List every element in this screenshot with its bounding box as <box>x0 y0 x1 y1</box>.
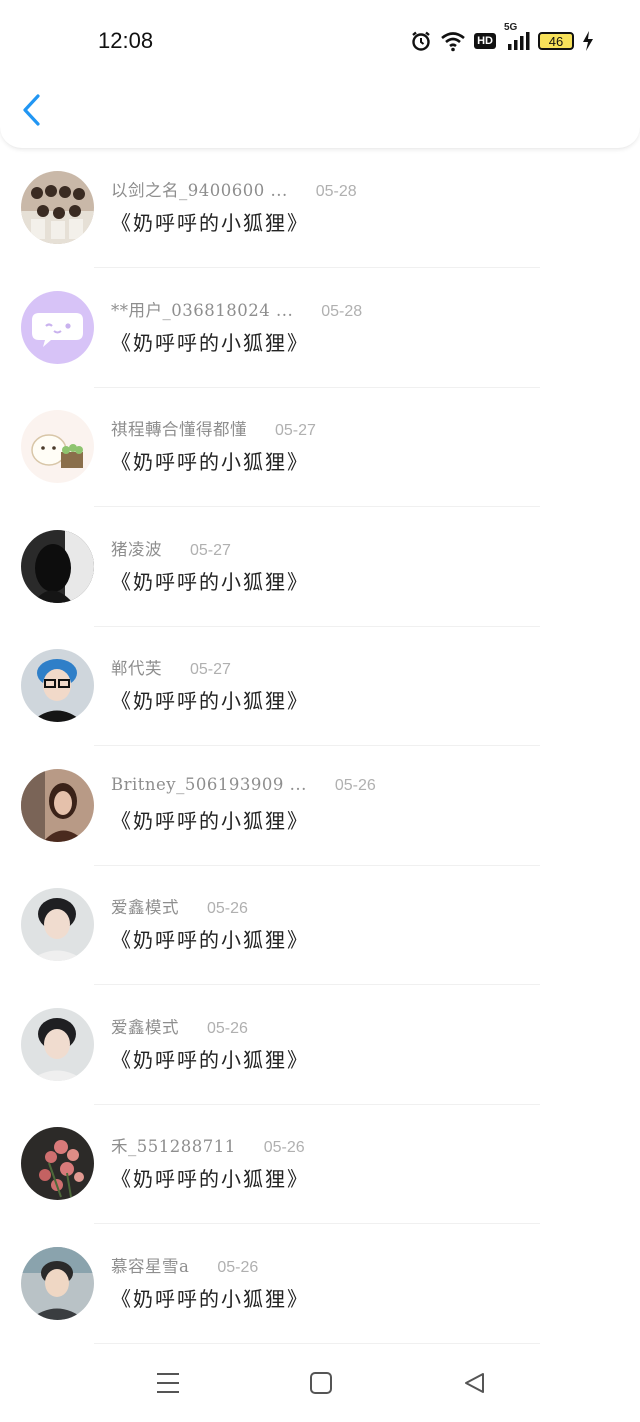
book-title: 《奶呼呼的小狐狸》 <box>111 1047 309 1072</box>
user-name: 禾_551288711 <box>111 1137 236 1156</box>
item-meta: **用户_036818024 ... 05-28 <box>111 297 362 321</box>
list-item[interactable]: 爱鑫模式 05-26 《奶呼呼的小狐狸》 <box>0 987 640 1107</box>
user-name: 以剑之名_9400600 ... <box>111 181 288 200</box>
item-date: 05-27 <box>190 541 231 559</box>
item-meta: 猪凌波 05-27 <box>111 536 231 560</box>
divider <box>94 984 540 985</box>
wifi-icon <box>440 30 466 52</box>
user-name: 爱鑫模式 <box>111 1017 179 1037</box>
hd-label: HD <box>474 33 496 49</box>
list-item[interactable]: 郸代芙 05-27 《奶呼呼的小狐狸》 <box>0 628 640 748</box>
avatar[interactable] <box>21 1127 94 1200</box>
user-name: 猪凌波 <box>111 539 162 559</box>
charging-icon <box>582 31 594 51</box>
list-item[interactable]: 祺程轉合懂得都懂 05-27 《奶呼呼的小狐狸》 <box>0 389 640 509</box>
divider <box>94 864 540 866</box>
avatar[interactable] <box>21 768 94 842</box>
avatar[interactable] <box>21 529 94 603</box>
menu-icon <box>155 1371 181 1399</box>
list-item[interactable]: 猪凌波 05-27 《奶呼呼的小狐狸》 <box>0 509 640 629</box>
back-triangle-icon <box>462 1371 486 1399</box>
divider <box>94 506 540 507</box>
system-nav-bar <box>0 1345 640 1422</box>
book-title: 《奶呼呼的小狐狸》 <box>111 569 309 594</box>
item-date: 05-26 <box>207 1019 248 1037</box>
app-header: 12:08 HD 5G 46 <box>0 0 640 149</box>
item-meta: 禾_551288711 05-26 <box>111 1133 305 1157</box>
user-name: Britney_506193909 ... <box>111 774 307 794</box>
book-title: 《奶呼呼的小狐狸》 <box>111 689 309 713</box>
book-title: 《奶呼呼的小狐狸》 <box>111 450 309 474</box>
user-name: 祺程轉合懂得都懂 <box>111 420 247 439</box>
list-item[interactable]: 以剑之名_9400600 ... 05-28 《奶呼呼的小狐狸》 <box>0 150 640 270</box>
item-date: 05-28 <box>321 302 363 320</box>
book-title: 《奶呼呼的小狐狸》 <box>111 211 309 235</box>
chevron-left-icon <box>20 93 42 131</box>
user-name: 慕容星雪a <box>111 1256 190 1276</box>
item-date: 05-26 <box>217 1258 259 1276</box>
network-label: 5G <box>504 22 518 33</box>
home-button[interactable] <box>307 1371 335 1399</box>
list-item[interactable]: 禾_551288711 05-26 《奶呼呼的小狐狸》 <box>0 1106 640 1226</box>
alarm-icon <box>410 30 432 52</box>
item-meta: 郸代芙 05-27 <box>111 655 231 679</box>
list-item[interactable]: Britney_506193909 ... 05-26 《奶呼呼的小狐狸》 <box>0 748 640 868</box>
divider <box>94 267 540 268</box>
avatar[interactable] <box>21 410 94 483</box>
reader-list: 以剑之名_9400600 ... 05-28 《奶呼呼的小狐狸》 **用户_036… <box>0 150 640 1345</box>
list-item[interactable]: 爱鑫模式 05-26 《奶呼呼的小狐狸》 <box>0 867 640 987</box>
avatar[interactable] <box>21 171 94 244</box>
item-meta: 祺程轉合懂得都懂 05-27 <box>111 416 316 440</box>
book-title: 《奶呼呼的小狐狸》 <box>111 1286 309 1311</box>
item-date: 05-26 <box>263 1139 305 1156</box>
item-meta: 以剑之名_9400600 ... 05-28 <box>111 177 357 201</box>
item-date: 05-27 <box>190 661 231 678</box>
user-name: **用户_036818024 ... <box>111 300 294 320</box>
avatar[interactable] <box>21 290 94 364</box>
back-button[interactable] <box>20 92 50 132</box>
book-title: 《奶呼呼的小狐狸》 <box>111 808 309 833</box>
item-date: 05-26 <box>207 900 248 917</box>
item-date: 05-27 <box>275 422 316 439</box>
battery-icon: 46 <box>538 32 574 50</box>
book-title: 《奶呼呼的小狐狸》 <box>111 330 309 355</box>
home-square-icon <box>309 1371 333 1399</box>
item-date: 05-28 <box>315 183 357 200</box>
item-meta: 爱鑫模式 05-26 <box>111 1014 248 1038</box>
book-title: 《奶呼呼的小狐狸》 <box>111 1167 309 1191</box>
avatar[interactable] <box>21 1246 94 1320</box>
user-name: 郸代芙 <box>111 659 162 678</box>
status-time: 12:08 <box>98 28 154 53</box>
avatar[interactable] <box>21 888 94 961</box>
user-name: 爱鑫模式 <box>111 898 179 917</box>
divider <box>94 1223 540 1224</box>
avatar[interactable] <box>21 1007 94 1081</box>
status-bar: 12:08 HD 5G 46 <box>0 0 640 80</box>
avatar[interactable] <box>21 649 94 722</box>
5g-signal-icon: 5G <box>504 22 530 52</box>
divider <box>94 625 540 627</box>
hd-icon: HD <box>474 33 496 49</box>
book-title: 《奶呼呼的小狐狸》 <box>111 928 309 952</box>
divider <box>94 1103 540 1105</box>
item-date: 05-26 <box>334 776 376 794</box>
list-item[interactable]: 慕容星雪a 05-26 《奶呼呼的小狐狸》 <box>0 1226 640 1346</box>
divider <box>94 745 540 746</box>
status-icons: HD 5G 46 <box>410 22 594 54</box>
item-meta: Britney_506193909 ... 05-26 <box>111 775 376 795</box>
item-meta: 爱鑫模式 05-26 <box>111 894 248 918</box>
divider <box>94 1342 540 1344</box>
menu-button[interactable] <box>154 1371 182 1399</box>
list-item[interactable]: **用户_036818024 ... 05-28 《奶呼呼的小狐狸》 <box>0 270 640 390</box>
system-back-button[interactable] <box>460 1371 488 1399</box>
divider <box>94 386 540 388</box>
item-meta: 慕容星雪a 05-26 <box>111 1253 258 1277</box>
